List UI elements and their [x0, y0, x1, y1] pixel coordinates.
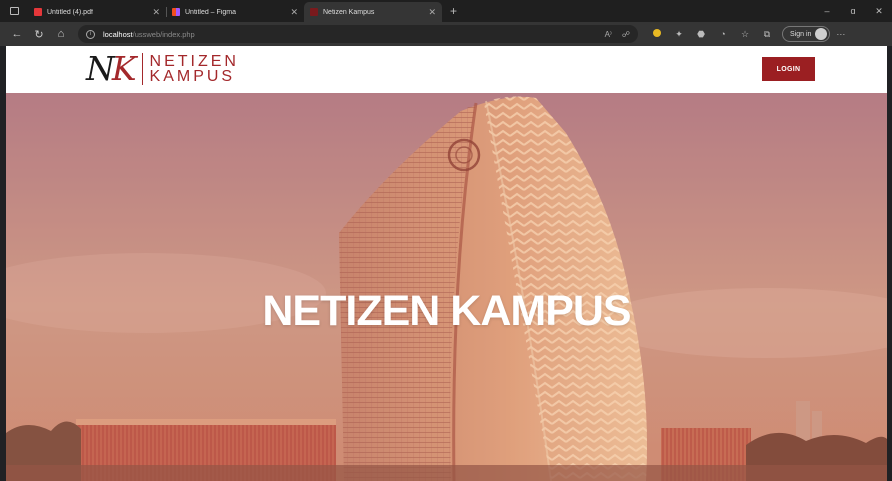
browser-essentials-icon[interactable]: ◔ — [712, 29, 734, 39]
back-arrow-icon[interactable]: ← — [6, 28, 28, 40]
close-icon[interactable]: ✕ — [428, 7, 436, 18]
extensions-puzzle-icon[interactable]: ✦ — [668, 29, 690, 40]
favorites-icon[interactable]: ☆ — [734, 29, 756, 40]
close-window-button[interactable]: ✕ — [866, 6, 892, 17]
tab-title: Netizen Kampus — [323, 8, 375, 16]
minimize-button[interactable]: – — [814, 6, 840, 16]
logo-wordmark: NETIZEN KAMPUS — [149, 53, 239, 85]
tab-title: Untitled – Figma — [185, 8, 236, 16]
site-logo[interactable]: NK NETIZEN KAMPUS — [86, 51, 239, 87]
browser-toolbar: ← ↻ ⌂ i localhost/ussweb/index.php A⁾ ☍ … — [0, 22, 892, 46]
window-controls: – ɑ ✕ — [814, 0, 892, 22]
info-icon[interactable]: i — [86, 29, 95, 39]
tab-netizen-kampus[interactable]: Netizen Kampus ✕ — [304, 2, 442, 22]
workspaces-icon[interactable] — [0, 0, 28, 22]
tracking-icon[interactable]: ☍ — [622, 30, 630, 39]
read-aloud-icon[interactable]: A⁾ — [605, 30, 612, 39]
tab-title: Untitled (4).pdf — [47, 8, 93, 16]
tab-figma[interactable]: Untitled – Figma ✕ — [166, 2, 304, 22]
refresh-icon[interactable]: ↻ — [28, 28, 50, 41]
close-icon[interactable]: ✕ — [290, 7, 298, 18]
logo-line-2: KAMPUS — [149, 68, 236, 85]
sign-in-button[interactable]: Sign in — [782, 26, 831, 42]
sign-in-label: Sign in — [790, 30, 812, 38]
pdf-icon — [34, 8, 42, 16]
restore-button[interactable]: ɑ — [840, 6, 866, 16]
tab-pdf[interactable]: Untitled (4).pdf ✕ — [28, 2, 166, 22]
url-host: localhost — [103, 29, 133, 39]
shield-icon[interactable]: ⬣ — [690, 29, 712, 40]
extension-icon[interactable] — [646, 29, 668, 39]
more-menu-icon[interactable]: ··· — [836, 29, 845, 39]
tab-strip: Untitled (4).pdf ✕ Untitled – Figma ✕ Ne… — [0, 0, 892, 22]
site-favicon-icon — [310, 8, 318, 16]
web-page: NK NETIZEN KAMPUS LOGIN NETIZEN KAMPUS — [6, 46, 887, 481]
figma-icon — [172, 8, 180, 16]
home-icon[interactable]: ⌂ — [50, 28, 72, 40]
collections-icon[interactable]: ⧉ — [756, 29, 778, 40]
hero-title: NETIZEN KAMPUS — [262, 287, 631, 335]
site-header: NK NETIZEN KAMPUS LOGIN — [6, 46, 887, 93]
logo-divider — [141, 53, 143, 85]
close-icon[interactable]: ✕ — [152, 7, 160, 18]
avatar — [815, 28, 828, 40]
logo-line-1: NETIZEN — [149, 53, 239, 70]
login-button[interactable]: LOGIN — [762, 57, 815, 81]
new-tab-button[interactable]: + — [442, 2, 465, 22]
url-path: /ussweb/index.php — [132, 29, 195, 39]
hero-banner: NETIZEN KAMPUS — [6, 93, 887, 481]
address-bar[interactable]: i localhost/ussweb/index.php A⁾ ☍ — [78, 25, 638, 43]
logo-monogram: NK — [86, 49, 136, 88]
